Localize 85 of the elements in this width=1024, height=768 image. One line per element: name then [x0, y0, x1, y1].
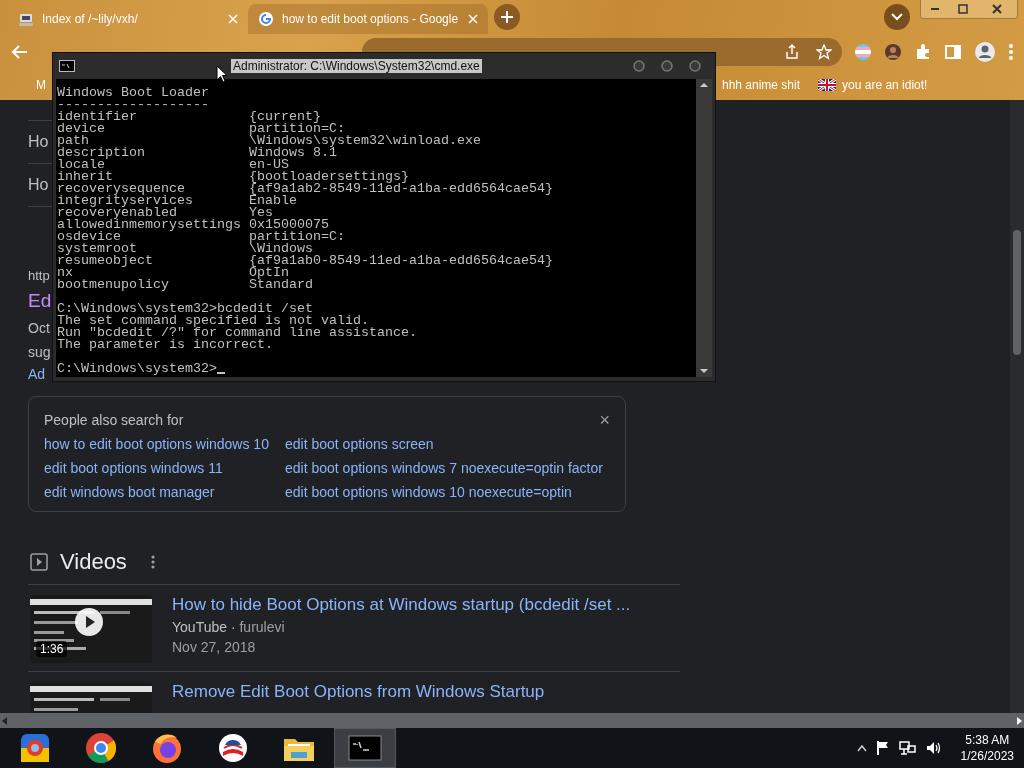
maximize-button[interactable] — [661, 60, 673, 72]
console-line: ------------------- — [57, 99, 210, 111]
video-title[interactable]: How to hide Boot Options at Windows startup (bcdedit /set ... — [172, 595, 631, 615]
search-link[interactable]: edit boot options screen — [285, 435, 610, 453]
console-line: resumeobject {af9a1ab0-8549-11ed-a1ba-edd6564cae54} — [57, 255, 554, 267]
back-icon[interactable] — [10, 44, 28, 60]
puzzle-icon[interactable] — [914, 43, 932, 61]
close-button[interactable] — [689, 60, 701, 72]
star-icon[interactable] — [816, 44, 832, 60]
console-line: path \Windows\system32\winload.exe — [57, 135, 482, 147]
tab-title: Index of /~lily/vxh/ — [42, 12, 139, 26]
close-icon[interactable] — [468, 14, 478, 24]
console-line: recoverysequence {af9a1ab2-8549-11ed-a1ba-edd6564cae54} — [57, 183, 554, 195]
console-line: identifier {current} — [57, 111, 321, 123]
close-icon — [992, 4, 1002, 14]
flag-extension-icon[interactable] — [854, 43, 872, 61]
flag-icon[interactable] — [874, 740, 891, 756]
share-icon[interactable] — [784, 44, 800, 60]
console-line: inherit {bootloadersettings} — [57, 171, 409, 183]
console-line: locale en-US — [57, 159, 289, 171]
show-hidden-icon[interactable] — [856, 744, 867, 752]
console-line: nx OptIn — [57, 267, 289, 279]
question-text[interactable]: Ho — [28, 176, 49, 194]
console-line: Windows Boot Loader — [57, 87, 210, 99]
search-link[interactable]: how to edit boot options windows 10 — [44, 435, 285, 453]
minimize-button[interactable] — [921, 0, 949, 18]
computer-icon — [18, 11, 34, 27]
console-line: description Windows 8.1 — [57, 147, 337, 159]
scroll-right-icon[interactable] — [1014, 715, 1024, 726]
console-line: The set command specified is not valid. — [57, 315, 369, 327]
console-line: osdevice partition=C: — [57, 231, 346, 243]
maximize-icon — [958, 4, 968, 14]
search-link[interactable]: edit windows boot manager — [44, 483, 285, 501]
console-line: device partition=C: — [57, 123, 345, 135]
tab-search-button[interactable] — [884, 4, 910, 30]
console-line: C:\Windows\system32> — [57, 363, 217, 375]
console-line: allowedinmemorysettings 0x15000075 — [57, 219, 329, 231]
console-line: systemroot \Windows — [57, 243, 313, 255]
result-snippet: Oct — [28, 319, 50, 338]
question-text[interactable]: Ho — [28, 133, 49, 151]
video-title[interactable]: Remove Edit Boot Options from Windows Startup — [172, 682, 545, 702]
flag-icon — [818, 79, 837, 91]
google-icon — [258, 11, 274, 27]
card-heading: People also search for — [44, 412, 184, 428]
terminal-icon — [59, 60, 75, 72]
plus-icon — [500, 10, 514, 24]
new-tab-button[interactable] — [494, 4, 520, 30]
window-title: Administrator: C:\Windows\System32\cmd.exe — [231, 59, 482, 73]
video-source: YouTube · furulevi — [172, 619, 286, 635]
console-line: recoveryenabled Yes — [57, 207, 273, 219]
scroll-left-icon[interactable] — [0, 715, 10, 726]
profile-icon[interactable] — [974, 41, 996, 63]
section-heading: Videos — [60, 549, 127, 575]
scrollbar[interactable] — [1010, 100, 1024, 713]
console-line: C:\Windows\system32>bcdedit /set — [57, 303, 314, 315]
play-icon[interactable] — [74, 607, 104, 637]
browser-icon — [83, 730, 119, 766]
minimize-icon — [931, 8, 939, 10]
text-cursor — [216, 372, 225, 374]
console-line: The parameter is incorrect. — [57, 339, 274, 351]
result-link[interactable]: Ad — [28, 364, 46, 384]
side-panel-icon[interactable] — [944, 43, 962, 61]
result-title[interactable]: Ed — [28, 286, 52, 316]
avatar-extension-icon[interactable] — [884, 43, 902, 61]
chevron-down-icon — [891, 13, 903, 21]
search-link[interactable]: edit boot options windows 10 noexecute=optin — [285, 483, 610, 501]
search-link[interactable]: edit boot options windows 7 noexecute=optin factor — [285, 459, 610, 477]
close-button[interactable] — [977, 0, 1017, 18]
video-duration: 1:36 — [36, 641, 68, 657]
video-date: Nov 27, 2018 — [172, 639, 257, 655]
scrollbar[interactable] — [696, 79, 712, 377]
result-snippet: sug — [28, 343, 51, 362]
scrollbar[interactable] — [0, 713, 1024, 728]
search-link[interactable]: edit boot options windows 11 — [44, 459, 285, 477]
network-icon[interactable] — [898, 740, 917, 756]
console-line: bootmenupolicy Standard — [57, 279, 314, 291]
result-url: http — [28, 267, 50, 285]
console-line: Run "bcdedit /?" for command line assistance. — [57, 327, 418, 339]
close-button[interactable]: × — [599, 411, 610, 429]
clock[interactable]: 5:38 AM 1/26/2023 — [960, 732, 1014, 764]
speaker-icon[interactable] — [924, 740, 943, 756]
console-line: integrityservices Enable — [57, 195, 297, 207]
video-icon — [30, 553, 48, 571]
tab-title: how to edit boot options - Google — [282, 12, 460, 26]
minimize-button[interactable] — [633, 60, 645, 72]
